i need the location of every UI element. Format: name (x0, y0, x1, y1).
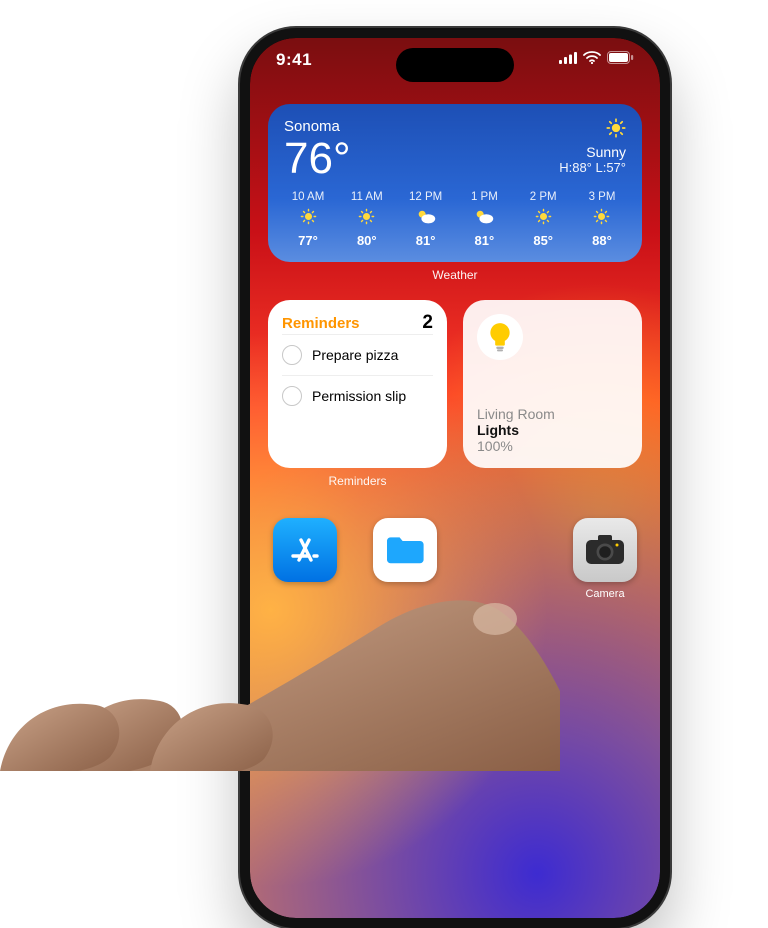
reminder-item[interactable]: Prepare pizza (282, 334, 433, 375)
forecast-time: 1 PM (471, 191, 498, 203)
forecast-temp: 80° (357, 233, 377, 248)
weather-hourly-forecast: 10 AM 77° 11 AM 80° 12 PM 81° (284, 191, 626, 248)
forecast-temp: 85° (533, 233, 553, 248)
weather-location: Sonoma (284, 118, 351, 135)
appstore-icon (273, 518, 337, 582)
reminders-title: Reminders (282, 315, 360, 332)
reminders-widget-label: Reminders (268, 474, 447, 488)
forecast-hour: 2 PM 85° (519, 191, 567, 248)
forecast-temp: 81° (475, 233, 495, 248)
home-room-label: Living Room (477, 406, 628, 422)
reminders-widget[interactable]: Reminders 2 Prepare pizza Permission sli… (268, 300, 447, 468)
forecast-hour: 10 AM 77° (284, 191, 332, 248)
forecast-hour: 12 PM 81° (402, 191, 450, 248)
forecast-temp: 88° (592, 233, 612, 248)
home-lights-widget[interactable]: Living Room Lights 100% (463, 300, 642, 468)
forecast-time: 12 PM (409, 191, 442, 203)
lightbulb-icon (477, 314, 523, 360)
home-accessory-name: Lights (477, 422, 628, 438)
home-screen[interactable]: 9:41 Sonoma 76° (250, 38, 660, 918)
wifi-icon (583, 51, 601, 69)
sun-icon (358, 208, 375, 228)
app-label-camera: Camera (570, 588, 640, 600)
battery-icon (607, 51, 634, 69)
forecast-time: 3 PM (589, 191, 616, 203)
sun-icon (300, 208, 317, 228)
partly-cloudy-icon (416, 208, 436, 228)
weather-current-temp: 76° (284, 137, 351, 181)
forecast-hour: 1 PM 81° (460, 191, 508, 248)
forecast-time: 2 PM (530, 191, 557, 203)
weather-hilo: H:88° L:57° (559, 160, 626, 175)
status-time: 9:41 (276, 50, 312, 70)
sun-icon (535, 208, 552, 228)
home-accessory-value: 100% (477, 438, 628, 454)
cellular-signal-icon (559, 51, 577, 69)
iphone-frame: 9:41 Sonoma 76° (240, 28, 670, 928)
home-screen-app-row: Camera (268, 518, 642, 600)
app-files[interactable] (370, 518, 440, 600)
app-appstore[interactable] (270, 518, 340, 600)
camera-icon (573, 518, 637, 582)
reminder-text: Permission slip (312, 388, 406, 404)
reminder-checkbox[interactable] (282, 345, 302, 365)
forecast-hour: 11 AM 80° (343, 191, 391, 248)
reminders-count: 2 (422, 312, 433, 334)
reminder-checkbox[interactable] (282, 386, 302, 406)
weather-widget-label: Weather (268, 268, 642, 282)
sun-icon (559, 118, 626, 138)
forecast-time: 11 AM (351, 191, 383, 203)
weather-condition: Sunny (559, 144, 626, 160)
app-camera[interactable]: Camera (570, 518, 640, 600)
forecast-time: 10 AM (292, 191, 325, 203)
files-icon (373, 518, 437, 582)
reminder-text: Prepare pizza (312, 347, 398, 363)
reminder-item[interactable]: Permission slip (282, 375, 433, 416)
dynamic-island (396, 48, 514, 82)
partly-cloudy-icon (474, 208, 494, 228)
forecast-temp: 77° (298, 233, 318, 248)
sun-icon (593, 208, 610, 228)
weather-widget[interactable]: Sonoma 76° Sunny H:88° L:57° 10 AM (268, 104, 642, 262)
forecast-temp: 81° (416, 233, 436, 248)
forecast-hour: 3 PM 88° (578, 191, 626, 248)
